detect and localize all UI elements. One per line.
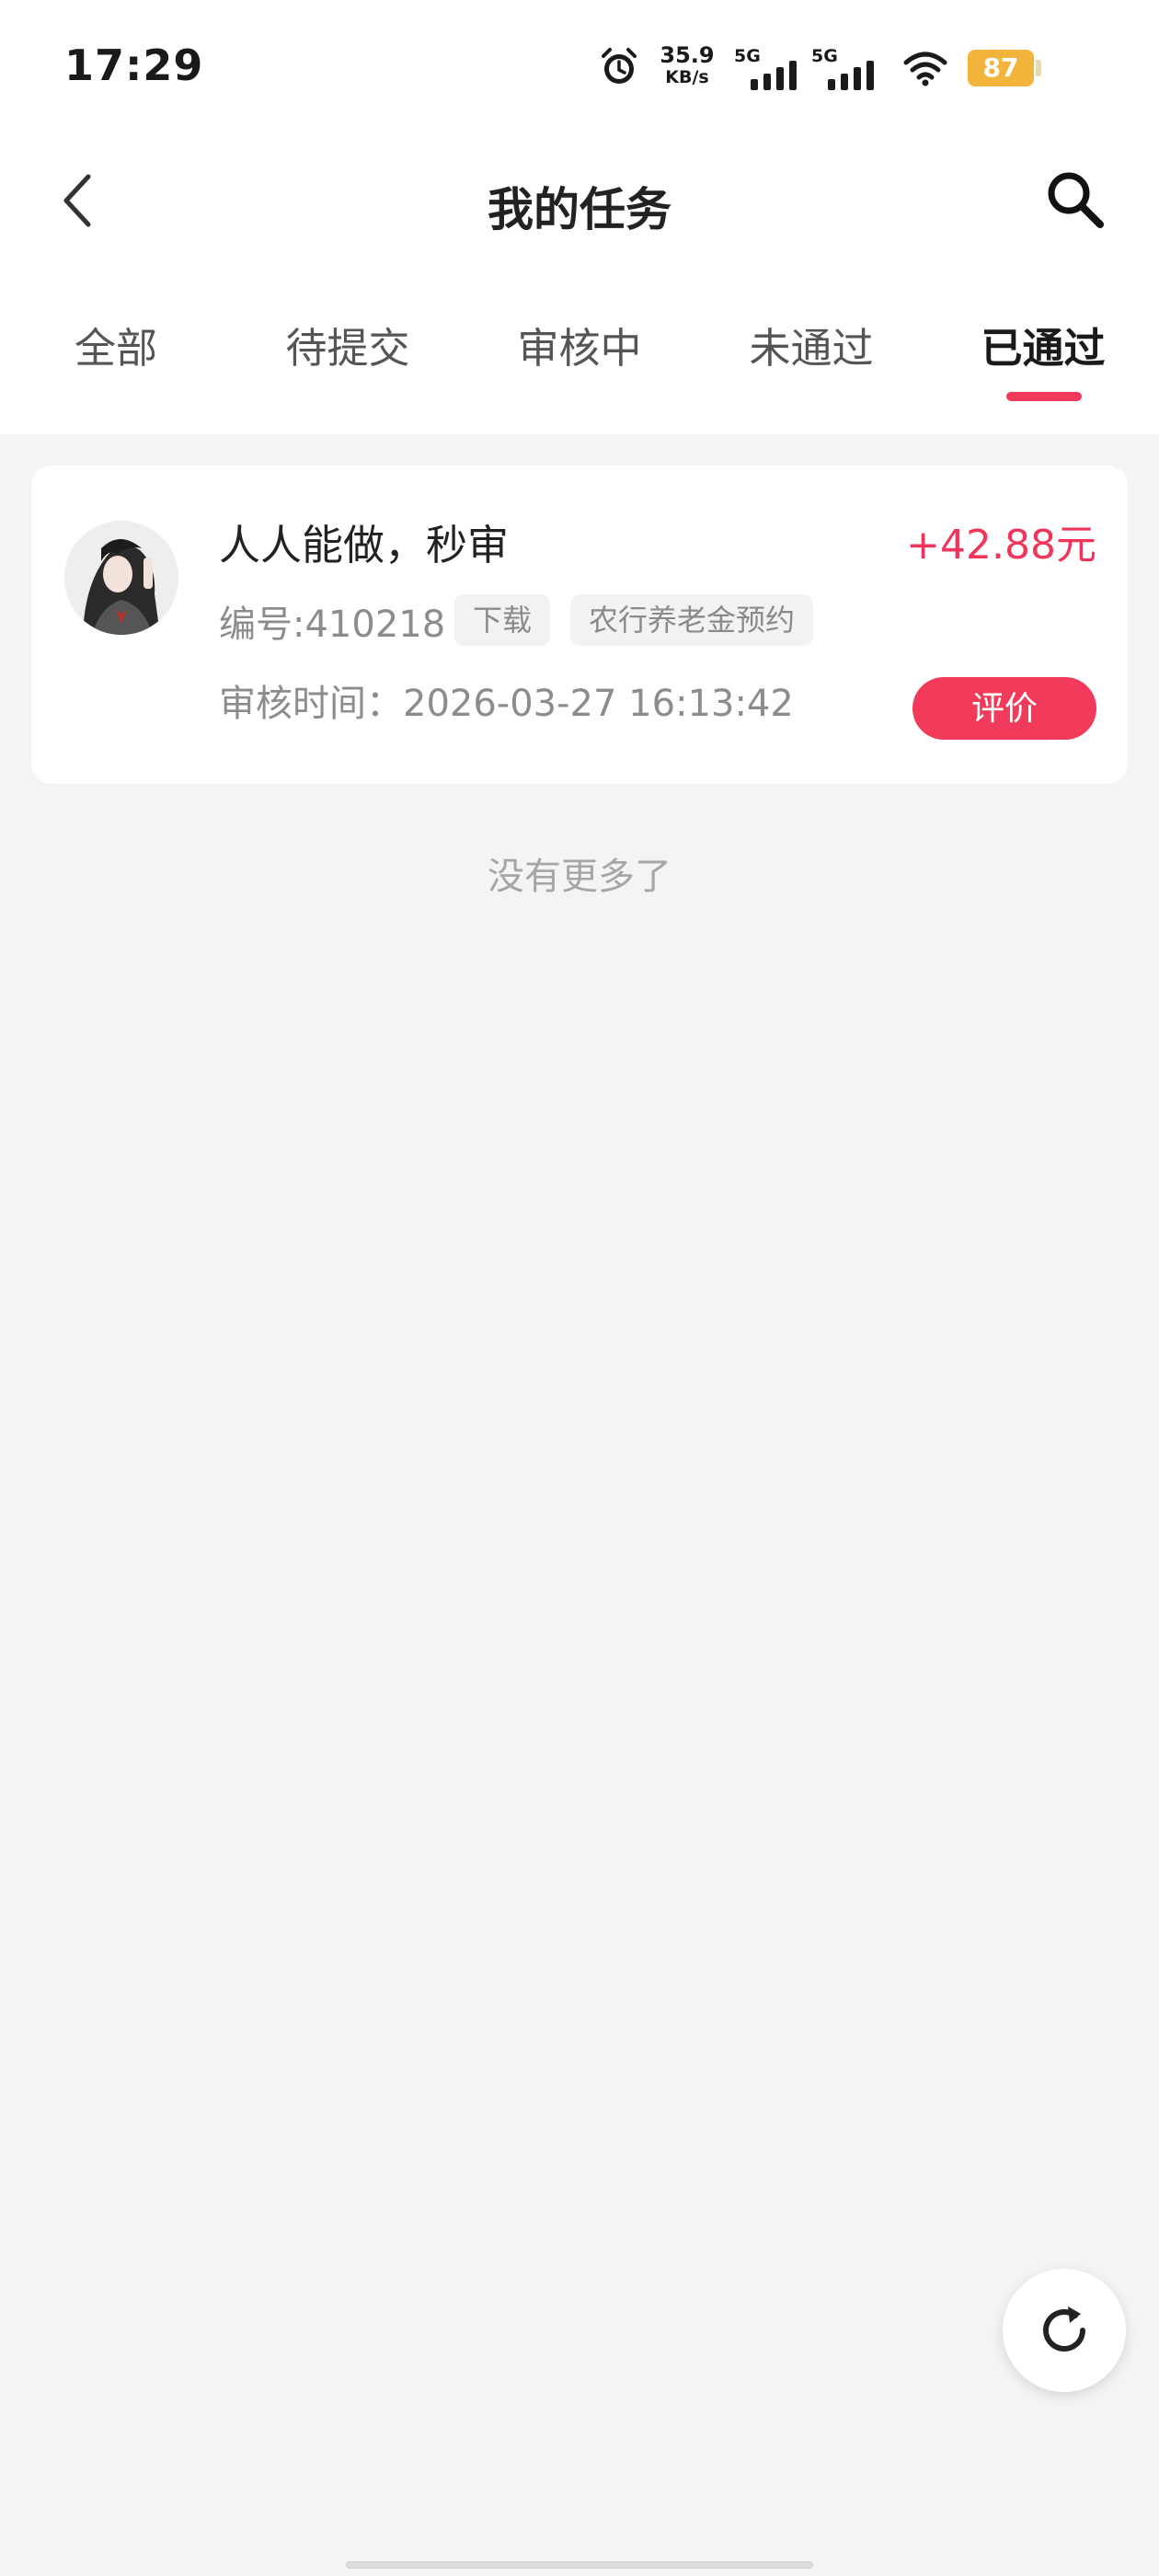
status-time: 17:29 — [64, 40, 204, 90]
list-end-text: 没有更多了 — [488, 856, 671, 898]
battery-tip — [1036, 60, 1041, 76]
network-speed: 35.9 KB/s — [655, 44, 719, 88]
task-card[interactable]: 人人能做，秒审 +42.88元 编号:410218 下载 农行养老金预约 审核时… — [31, 466, 1128, 784]
task-tag: 农行养老金预约 — [570, 594, 814, 646]
signal-icon: 5G — [811, 46, 883, 92]
wifi-icon — [903, 52, 947, 86]
tab-approved[interactable]: 已通过 — [927, 315, 1159, 374]
status-tabs: 全部 待提交 审核中 未通过 已通过 — [0, 267, 1159, 434]
battery-icon: 87 — [968, 50, 1034, 86]
home-indicator[interactable] — [346, 2561, 813, 2569]
alarm-icon — [602, 48, 637, 84]
active-tab-indicator — [1006, 392, 1082, 401]
tab-under-review[interactable]: 审核中 — [464, 315, 695, 374]
status-icons: 35.9 KB/s 5G 5G 87 — [598, 42, 1095, 98]
review-button[interactable]: 评价 — [912, 677, 1096, 740]
nav-bar: 我的任务 — [0, 138, 1159, 267]
task-id: 编号:410218 — [219, 604, 446, 646]
network-speed-unit: KB/s — [665, 67, 709, 87]
avatar — [64, 521, 178, 635]
refresh-button[interactable] — [1003, 2269, 1126, 2392]
task-reward: +42.88元 — [906, 522, 1096, 569]
refresh-icon — [1043, 2306, 1085, 2352]
status-bar: 17:29 35.9 KB/s 5G 5G 87 — [0, 0, 1159, 138]
review-time: 审核时间：2026-03-27 16:13:42 — [219, 683, 794, 725]
task-tag: 下载 — [454, 594, 551, 646]
task-title: 人人能做，秒审 — [219, 521, 510, 569]
tab-pending-submit[interactable]: 待提交 — [232, 315, 464, 374]
tab-all[interactable]: 全部 — [0, 315, 232, 374]
signal-icon: 5G — [734, 46, 806, 92]
page-title: 我的任务 — [488, 183, 671, 236]
search-icon[interactable] — [1043, 167, 1107, 232]
my-tasks-screen: 17:29 35.9 KB/s 5G 5G 87 我的任务 全部 待提交 审核中… — [0, 0, 1159, 2576]
network-speed-value: 35.9 — [660, 42, 715, 68]
tab-rejected[interactable]: 未通过 — [695, 315, 927, 374]
